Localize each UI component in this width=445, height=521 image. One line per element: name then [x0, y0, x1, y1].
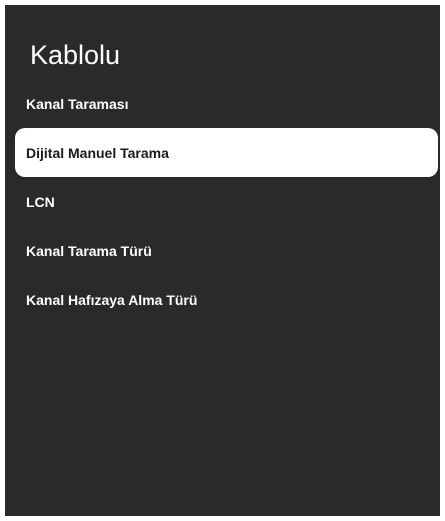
- page-title: Kablolu: [30, 40, 121, 70]
- settings-panel: Kablolu Kanal Taraması Dijital Manuel Ta…: [5, 5, 440, 516]
- menu-item-channel-scan[interactable]: Kanal Taraması: [5, 79, 440, 128]
- menu-item-lcn[interactable]: LCN: [5, 177, 440, 226]
- menu-item-channel-scan-type[interactable]: Kanal Tarama Türü: [5, 226, 440, 275]
- menu-item-channel-storage-type[interactable]: Kanal Hafızaya Alma Türü: [5, 275, 440, 324]
- menu-list: Kanal Taraması Dijital Manuel Tarama LCN…: [5, 79, 440, 324]
- menu-item-digital-manual-scan[interactable]: Dijital Manuel Tarama: [15, 128, 438, 177]
